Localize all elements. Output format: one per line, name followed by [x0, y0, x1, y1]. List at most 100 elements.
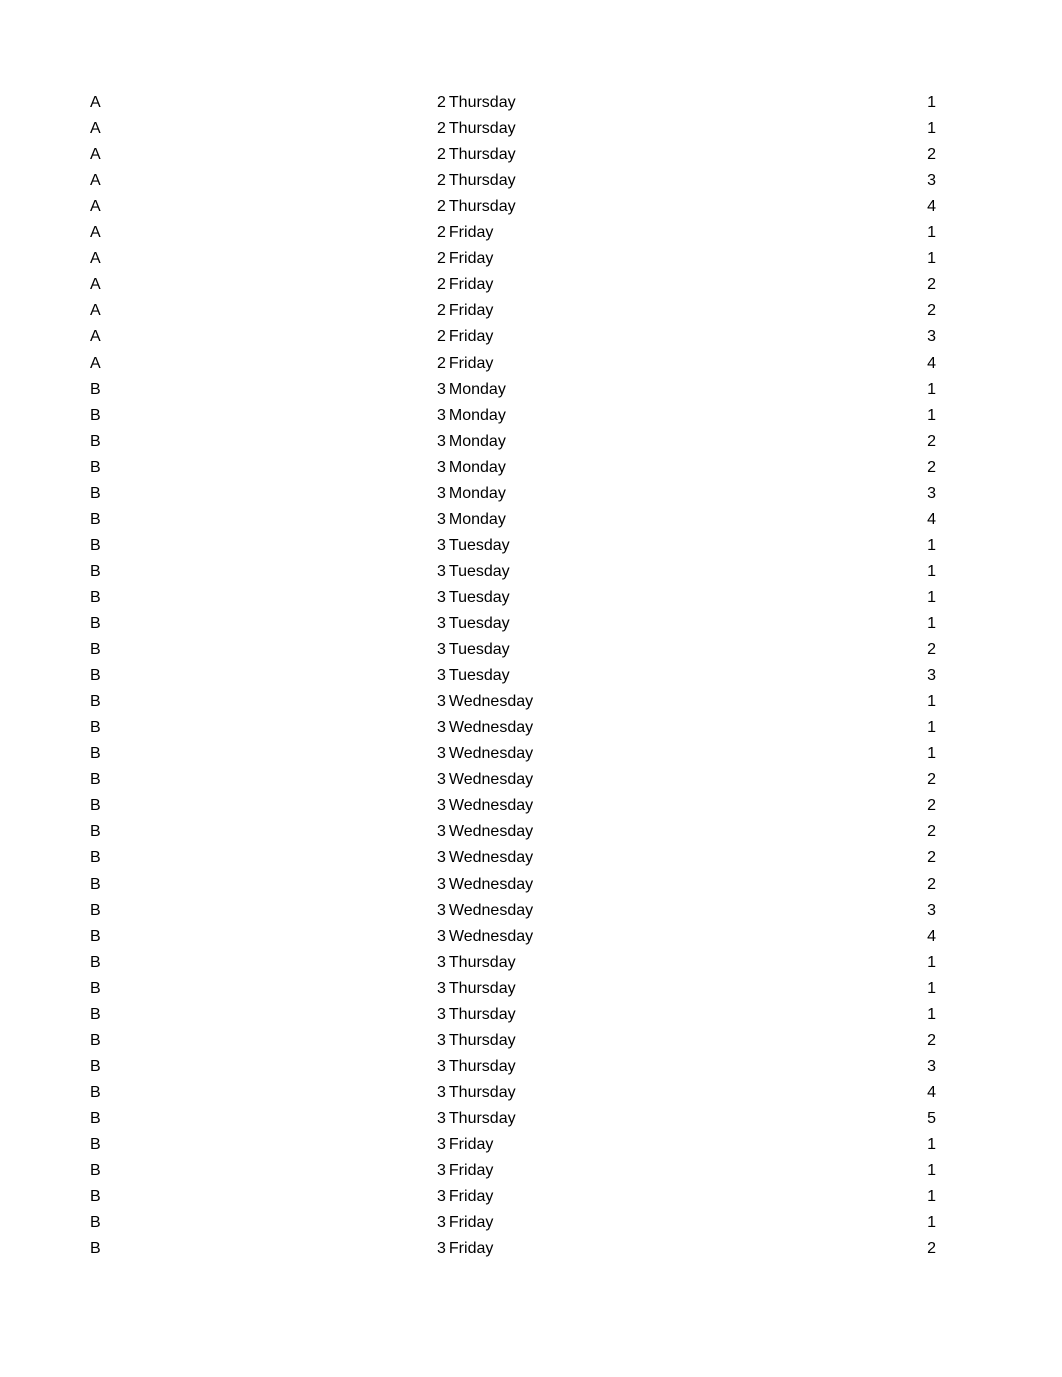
day-cell: 3 Tuesday — [437, 585, 510, 611]
table-row: A 2 Friday 4 — [0, 351, 1062, 377]
day-name: Friday — [448, 1162, 494, 1180]
group-cell: B — [90, 536, 101, 554]
table-row: A 2 Thursday 1 — [0, 90, 1062, 116]
table-row: B 3 Tuesday 1 — [0, 585, 1062, 611]
table-row: B 3 Thursday 4 — [0, 1080, 1062, 1106]
day-name: Wednesday — [448, 875, 534, 893]
day-name: Wednesday — [448, 745, 534, 763]
value-cell: 1 — [927, 1214, 936, 1232]
day-number: 3 — [437, 849, 446, 867]
day-number: 3 — [437, 1136, 446, 1153]
table-row: B 3 Friday 1 — [0, 1132, 1062, 1158]
day-name: Thursday — [448, 172, 516, 190]
day-name: Monday — [448, 406, 506, 424]
day-name: Monday — [448, 380, 506, 398]
table-row: A 2 Friday 1 — [0, 220, 1062, 246]
day-number: 2 — [437, 172, 446, 190]
value-cell: 2 — [927, 849, 936, 867]
day-name: Tuesday — [448, 641, 510, 659]
group-cell: A — [90, 146, 101, 164]
day-cell: 3 Thursday — [437, 1028, 516, 1054]
day-cell: 3 Wednesday — [437, 741, 533, 767]
group-cell: B — [90, 1031, 101, 1049]
value-cell: 1 — [927, 693, 936, 711]
value-cell: 3 — [927, 1057, 936, 1075]
day-cell: 2 Friday — [437, 324, 493, 350]
group-cell: A — [90, 120, 101, 138]
group-cell: B — [90, 641, 101, 659]
group-cell: A — [90, 354, 101, 372]
table-row: B 3 Thursday 1 — [0, 950, 1062, 976]
day-number: 3 — [437, 562, 446, 580]
day-name: Friday — [448, 276, 494, 294]
day-number: 3 — [437, 979, 446, 997]
day-name: Monday — [448, 510, 506, 528]
day-cell: 3 Tuesday — [437, 559, 510, 585]
day-name: Friday — [448, 1214, 494, 1232]
day-number: 3 — [437, 823, 446, 841]
table-row: A 2 Thursday 3 — [0, 168, 1062, 194]
day-number: 3 — [437, 927, 446, 945]
group-cell: B — [90, 849, 101, 867]
day-name: Friday — [448, 354, 494, 372]
day-number: 3 — [437, 1083, 446, 1101]
day-number: 3 — [437, 510, 446, 528]
day-cell: 3 Wednesday — [437, 872, 533, 898]
table-row: B 3 Wednesday 2 — [0, 872, 1062, 898]
table-row: B 3 Tuesday 3 — [0, 663, 1062, 689]
day-name: Friday — [448, 1188, 494, 1206]
table-row: B 3 Thursday 1 — [0, 976, 1062, 1002]
day-cell: 2 Friday — [437, 298, 493, 324]
day-number: 2 — [437, 198, 446, 216]
day-number: 3 — [437, 615, 446, 632]
value-cell: 2 — [927, 432, 936, 450]
group-cell: B — [90, 432, 101, 450]
day-number: 3 — [437, 953, 446, 971]
day-number: 3 — [437, 1005, 446, 1023]
value-cell: 2 — [927, 302, 936, 320]
day-name: Thursday — [448, 1005, 516, 1023]
table-row: B 3 Wednesday 2 — [0, 793, 1062, 819]
value-cell: 2 — [927, 797, 936, 815]
day-name: Monday — [448, 458, 506, 476]
day-name: Monday — [448, 484, 506, 502]
table-row: B 3 Wednesday 4 — [0, 924, 1062, 950]
value-cell: 1 — [927, 380, 936, 398]
day-cell: 3 Friday — [437, 1158, 493, 1184]
table-row: B 3 Monday 1 — [0, 377, 1062, 403]
day-cell: 3 Tuesday — [437, 637, 510, 663]
day-number: 3 — [437, 1162, 446, 1180]
day-name: Wednesday — [448, 901, 534, 919]
group-cell: B — [90, 380, 101, 398]
table-row: B 3 Wednesday 3 — [0, 898, 1062, 924]
day-cell: 3 Monday — [437, 455, 506, 481]
day-cell: 3 Thursday — [437, 976, 516, 1002]
day-name: Friday — [448, 250, 494, 268]
day-name: Thursday — [448, 1109, 516, 1127]
table-row: B 3 Tuesday 1 — [0, 611, 1062, 637]
group-cell: B — [90, 1240, 101, 1258]
day-name: Thursday — [448, 120, 516, 138]
value-cell: 2 — [927, 146, 936, 164]
group-cell: A — [90, 198, 101, 216]
value-cell: 2 — [927, 1240, 936, 1258]
day-cell: 3 Tuesday — [437, 663, 510, 689]
table-row: A 2 Friday 1 — [0, 246, 1062, 272]
group-cell: B — [90, 1109, 101, 1127]
day-cell: 3 Wednesday — [437, 689, 533, 715]
day-name: Wednesday — [448, 719, 534, 737]
group-cell: B — [90, 745, 101, 763]
value-cell: 3 — [927, 172, 936, 190]
value-cell: 1 — [927, 94, 936, 111]
day-number: 2 — [437, 354, 446, 372]
day-name: Wednesday — [448, 797, 534, 815]
day-cell: 2 Friday — [437, 246, 493, 272]
group-cell: A — [90, 276, 101, 294]
value-cell: 2 — [927, 823, 936, 841]
value-cell: 1 — [927, 1136, 936, 1153]
day-name: Wednesday — [448, 823, 534, 841]
group-cell: B — [90, 615, 101, 632]
table-row: A 2 Friday 3 — [0, 324, 1062, 350]
day-cell: 3 Monday — [437, 429, 506, 455]
day-cell: 3 Thursday — [437, 1054, 516, 1080]
